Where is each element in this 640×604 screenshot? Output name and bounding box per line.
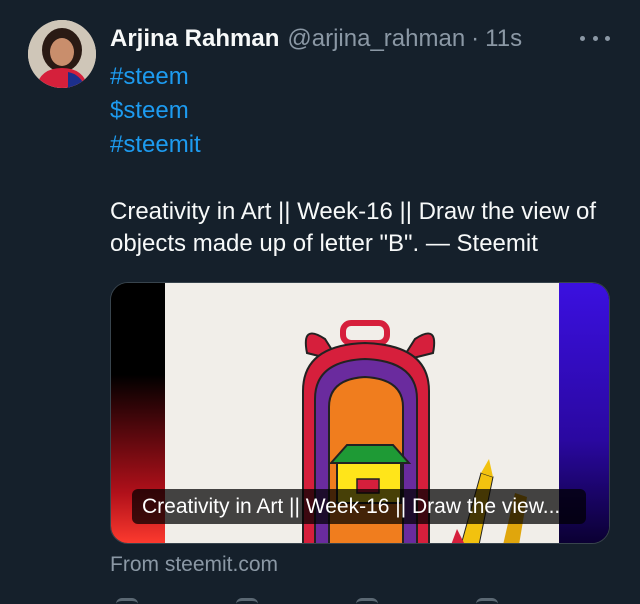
tweet[interactable]: Arjina Rahman @arjina_rahman · 11s #stee…	[0, 0, 640, 604]
hashtag-steemit[interactable]: #steemit	[110, 128, 201, 162]
views-icon[interactable]	[476, 598, 498, 604]
separator-dot: ·	[471, 25, 480, 52]
card-source[interactable]: From steemit.com	[110, 553, 278, 577]
hashtag-steem[interactable]: #steem	[110, 60, 201, 94]
card-caption[interactable]: Creativity in Art || Week-16 || Draw the…	[132, 489, 586, 524]
tweet-text: Creativity in Art || Week-16 || Draw the…	[110, 198, 596, 257]
tweet-tags: #steem $steem #steemit	[110, 60, 201, 162]
timestamp[interactable]: 11s	[485, 25, 522, 53]
avatar[interactable]	[28, 20, 96, 88]
author-name[interactable]: Arjina Rahman	[110, 25, 279, 53]
reply-icon[interactable]	[116, 598, 138, 604]
avatar-image	[28, 20, 96, 88]
retweet-icon[interactable]	[236, 598, 258, 604]
author-handle[interactable]: @arjina_rahman	[287, 25, 465, 53]
tweet-header: Arjina Rahman @arjina_rahman · 11s	[110, 24, 522, 54]
more-horizontal-icon[interactable]	[580, 28, 610, 48]
cashtag-steem[interactable]: $steem	[110, 94, 201, 128]
like-icon[interactable]	[356, 598, 378, 604]
